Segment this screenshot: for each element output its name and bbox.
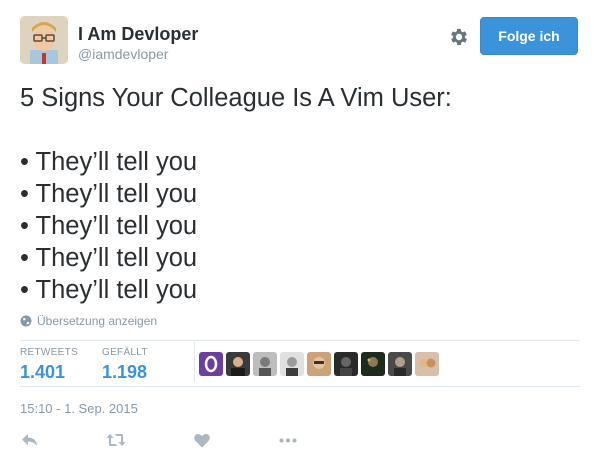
profile-photo: [20, 16, 68, 64]
reply-icon[interactable]: [20, 430, 40, 450]
tweet-timestamp[interactable]: 15:10 - 1. Sep. 2015: [20, 401, 138, 416]
likes-label: GEFÄLLT: [102, 347, 148, 358]
translate-link[interactable]: Übersetzung anzeigen: [20, 314, 157, 328]
stats-separator: [194, 342, 195, 382]
tweet-title: 5 Signs Your Colleague Is A Vim User:: [20, 84, 452, 112]
liker-avatar[interactable]: [307, 352, 331, 376]
bullet-list: • They’ll tell you • They’ll tell you • …: [20, 146, 576, 306]
more-icon[interactable]: [278, 430, 298, 450]
list-item: • They’ll tell you: [20, 244, 198, 272]
liker-avatar[interactable]: [361, 352, 385, 376]
gear-icon[interactable]: [448, 26, 470, 48]
globe-icon: [20, 315, 32, 327]
list-item: • They’ll tell you: [20, 180, 198, 208]
avatar[interactable]: [20, 16, 68, 64]
liker-avatar[interactable]: [199, 352, 223, 376]
liker-avatar[interactable]: [415, 352, 439, 376]
display-name[interactable]: I Am Devloper: [78, 23, 198, 45]
retweets-stat[interactable]: RETWEETS 1.401: [20, 347, 78, 383]
tweet-text: 5 Signs Your Colleague Is A Vim User: • …: [20, 82, 576, 306]
divider: [20, 386, 580, 387]
retweets-count[interactable]: 1.401: [20, 361, 78, 383]
liker-avatar[interactable]: [280, 352, 304, 376]
list-item: • They’ll tell you: [20, 212, 198, 240]
liker-avatar[interactable]: [388, 352, 412, 376]
liker-avatars: [199, 352, 439, 376]
tweet-stats: RETWEETS 1.401 GEFÄLLT 1.198: [20, 340, 580, 386]
tweet-actions: [20, 430, 364, 450]
following-button[interactable]: Folge ich: [480, 17, 578, 55]
heart-icon[interactable]: [192, 430, 212, 450]
list-item: • They’ll tell you: [20, 148, 198, 176]
list-item: • They’ll tell you: [20, 276, 198, 304]
line-break: [20, 114, 576, 146]
user-handle[interactable]: @iamdevloper: [78, 46, 198, 62]
liker-avatar[interactable]: [253, 352, 277, 376]
retweet-icon[interactable]: [106, 430, 126, 450]
tweet-header: I Am Devloper @iamdevloper Folge ich: [20, 16, 578, 68]
user-names: I Am Devloper @iamdevloper: [78, 23, 198, 62]
translate-label[interactable]: Übersetzung anzeigen: [37, 314, 157, 328]
retweets-label: RETWEETS: [20, 347, 78, 358]
liker-avatar[interactable]: [334, 352, 358, 376]
likes-count[interactable]: 1.198: [102, 361, 148, 383]
likes-stat[interactable]: GEFÄLLT 1.198: [102, 347, 148, 383]
liker-avatar[interactable]: [226, 352, 250, 376]
